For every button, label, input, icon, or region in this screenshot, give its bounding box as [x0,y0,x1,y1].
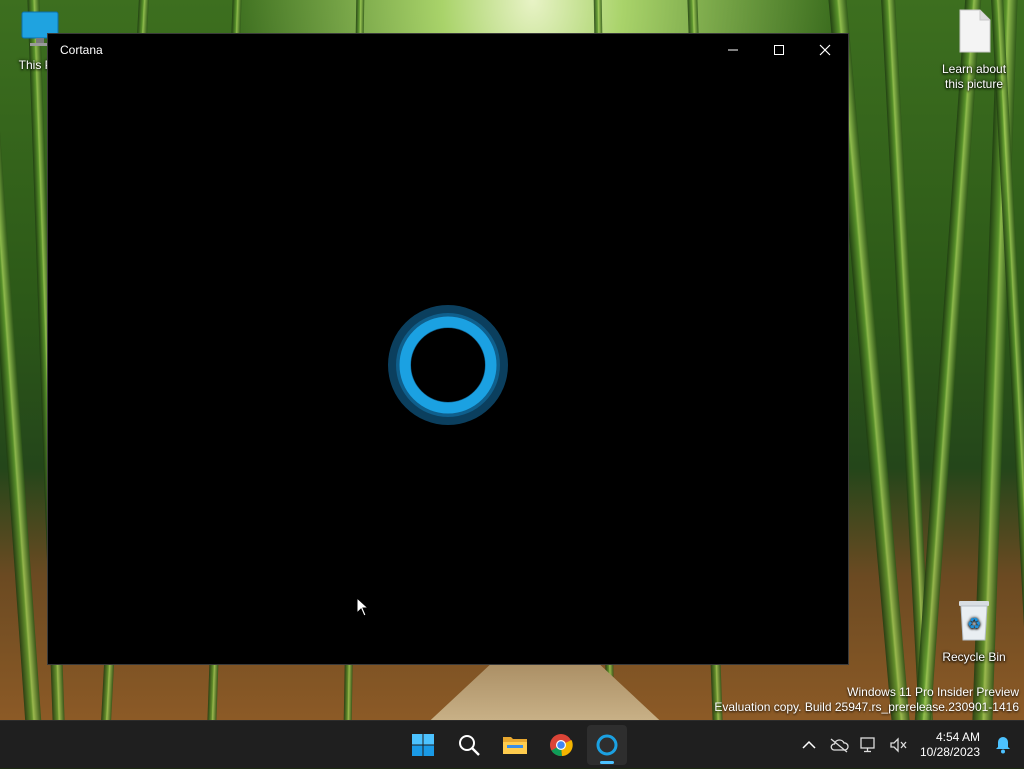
chrome-button[interactable] [541,725,581,765]
watermark-line-2: Evaluation copy. Build 25947.rs_prerelea… [714,700,1019,714]
search-icon [459,735,480,756]
minimize-button[interactable] [710,34,756,66]
svg-text:♻: ♻ [967,614,981,633]
search-button[interactable] [449,725,489,765]
close-icon [819,44,831,56]
system-tray: 4:54 AM 10/28/2023 [794,721,1024,769]
volume-button[interactable] [884,725,914,765]
taskbar-apps [403,725,627,765]
taskbar: 4:54 AM 10/28/2023 [0,720,1024,768]
cortana-icon [596,734,618,756]
mouse-pointer-icon [356,596,370,622]
bell-icon [996,737,1010,754]
show-hidden-icons-button[interactable] [794,725,824,765]
start-button[interactable] [403,725,443,765]
onedrive-button[interactable] [824,725,854,765]
desktop-icon-label: Recycle Bin [942,650,1006,664]
window-titlebar[interactable]: Cortana [48,34,848,66]
chrome-icon [550,734,573,757]
clock[interactable]: 4:54 AM 10/28/2023 [920,730,980,760]
close-button[interactable] [802,34,848,66]
desktop-icon-recycle-bin[interactable]: ♻ Recycle Bin [934,598,1014,665]
maximize-button[interactable] [756,34,802,66]
cortana-taskbar-button[interactable] [587,725,627,765]
folder-icon [503,737,527,754]
file-explorer-button[interactable] [495,725,535,765]
chevron-up-icon [802,740,816,749]
windows-logo-icon [412,734,434,756]
clock-date: 10/28/2023 [919,745,980,759]
network-disconnected-icon [860,737,875,753]
windows-watermark: Windows 11 Pro Insider Preview Evaluatio… [714,685,1019,715]
notifications-button[interactable] [988,725,1018,765]
watermark-line-1: Windows 11 Pro Insider Preview [847,685,1019,699]
desktop-icon-learn-picture[interactable]: Learn about this picture [934,8,1014,92]
window-title: Cortana [60,43,103,57]
cortana-ring-icon [388,305,508,425]
maximize-icon [774,45,784,55]
minimize-icon [728,49,738,51]
speaker-muted-icon [890,737,907,753]
recycle-bin-icon: ♻ [934,598,1014,646]
network-button[interactable] [854,725,884,765]
desktop-icon-label: Learn about this picture [941,62,1007,91]
cortana-window[interactable]: Cortana [47,33,849,665]
clock-time: 4:54 AM [935,730,980,744]
cloud-offline-icon [830,738,849,753]
document-icon [934,8,1014,58]
